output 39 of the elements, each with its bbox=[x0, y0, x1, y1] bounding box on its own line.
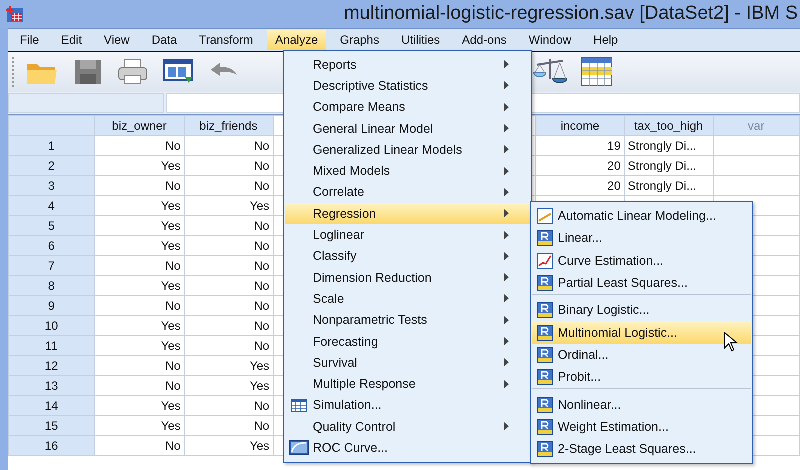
table-cell: No bbox=[94, 296, 184, 316]
table-cell: No bbox=[184, 156, 274, 176]
table-cell: No bbox=[94, 356, 184, 376]
table-cell: Yes bbox=[94, 396, 184, 416]
table-cell: 19 bbox=[536, 136, 624, 156]
table-cell: Yes bbox=[94, 216, 184, 236]
table-cell: Yes bbox=[94, 276, 184, 296]
table-cell: Yes bbox=[94, 236, 184, 256]
table-cell: No bbox=[94, 256, 184, 276]
table-cell: Yes bbox=[184, 196, 274, 216]
table-cell: No bbox=[184, 416, 274, 436]
table-cell: Yes bbox=[94, 316, 184, 336]
table-cell: No bbox=[94, 136, 184, 156]
table-cell: Yes bbox=[94, 196, 184, 216]
table-cell: No bbox=[184, 396, 274, 416]
table-cell: No bbox=[94, 176, 184, 196]
table-cell: No bbox=[184, 296, 274, 316]
table-cell: No bbox=[184, 316, 274, 336]
table-cell: Strongly Di... bbox=[624, 176, 714, 196]
table-cell: Yes bbox=[94, 156, 184, 176]
table-cell: No bbox=[184, 276, 274, 296]
table-cell: No bbox=[184, 236, 274, 256]
table-cell: No bbox=[184, 136, 274, 156]
table-cell: 20 bbox=[536, 176, 624, 196]
table-cell: Yes bbox=[94, 336, 184, 356]
table-cell: Yes bbox=[184, 436, 274, 456]
table-cell: No bbox=[184, 216, 274, 236]
table-cell: No bbox=[184, 176, 274, 196]
table-cell: Strongly Di... bbox=[624, 156, 714, 176]
table-cell: No bbox=[184, 256, 274, 276]
table-cell: No bbox=[94, 376, 184, 396]
table-cell: Yes bbox=[184, 356, 274, 376]
table-cell: No bbox=[94, 436, 184, 456]
table-cell: 20 bbox=[536, 156, 624, 176]
table-cell: Yes bbox=[94, 416, 184, 436]
window-title: multinomial-logistic-regression.sav [DataSet2] - IBM S bbox=[342, 3, 799, 25]
table-cell: Strongly Di... bbox=[624, 136, 714, 156]
table-cell: No bbox=[184, 336, 274, 356]
table-cell: Yes bbox=[184, 376, 274, 396]
